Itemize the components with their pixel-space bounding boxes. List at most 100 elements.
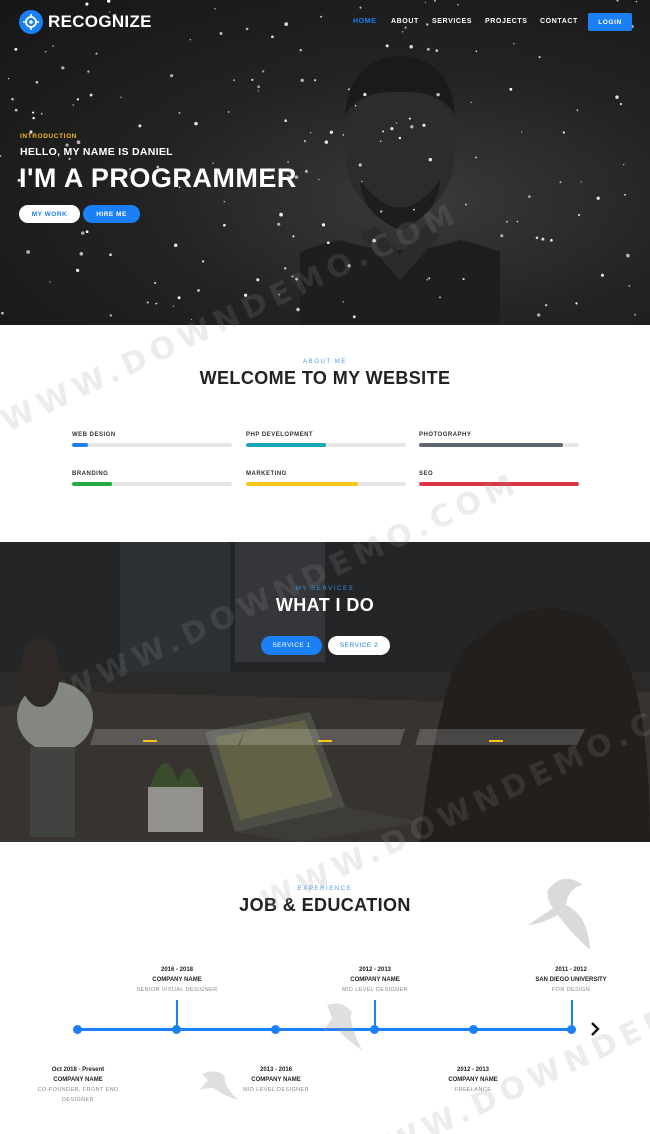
entry-role: SENIOR VISUAL DESIGNER [136, 987, 218, 993]
star [257, 85, 261, 89]
star [303, 140, 307, 143]
intro-label: INTRODUCTION [20, 133, 78, 140]
timeline-dot[interactable] [370, 1025, 379, 1034]
timeline-entry: 2011 - 2012 SAN DIEGO UNIVERSITY FOR DES… [516, 965, 626, 995]
entry-date: 2011 - 2012 [555, 967, 587, 973]
star [300, 78, 304, 83]
entry-company: COMPANY NAME [53, 1077, 103, 1083]
timeline-dot[interactable] [172, 1025, 181, 1034]
star [284, 267, 287, 270]
star [559, 181, 562, 184]
entry-date: 2016 - 2018 [160, 967, 194, 973]
star [352, 315, 356, 319]
star [178, 111, 181, 114]
star [596, 196, 600, 200]
star [80, 231, 85, 235]
star [194, 121, 198, 126]
timeline-dot[interactable] [469, 1025, 478, 1034]
nav-contact-link[interactable]: CONTACT [540, 18, 578, 25]
star [436, 93, 440, 97]
skill-label: PHP DEVELOPMENT [246, 432, 314, 438]
hero-greeting: HELLO, MY NAME IS DANIEL [20, 146, 173, 158]
login-button[interactable]: LOGIN [588, 13, 632, 31]
star [562, 131, 565, 134]
service-2-tab[interactable]: SERVICE 2 [328, 636, 390, 655]
star [342, 134, 345, 136]
star [49, 281, 51, 283]
star [109, 314, 112, 317]
star [379, 140, 382, 142]
services-title: WHAT I DO [275, 595, 375, 615]
star [87, 70, 90, 73]
entry-date: Oct 2018 - Present [51, 1067, 105, 1073]
star [95, 52, 98, 55]
star [318, 178, 320, 181]
star [528, 195, 531, 198]
crosshair-logo-icon [19, 10, 43, 34]
star [358, 163, 362, 167]
skill-label: WEB DESIGN [72, 432, 116, 438]
star [623, 163, 625, 166]
nav-about-link[interactable]: ABOUT [391, 18, 419, 25]
timeline-stem [176, 1000, 178, 1028]
crane-watermark-icon [322, 1003, 362, 1050]
star [310, 132, 312, 134]
entry-company: COMPANY NAME [152, 977, 202, 983]
star [173, 243, 178, 248]
star [624, 193, 627, 196]
star [256, 278, 260, 282]
star [85, 230, 89, 234]
star [120, 96, 122, 98]
entry-role: FOR DESIGN [551, 987, 591, 993]
logo[interactable]: RECOGNIZE [19, 10, 152, 34]
entry-date: 2012 - 2013 [358, 967, 392, 973]
navbar: RECOGNIZE HOME ABOUT SERVICES PROJECTS C… [0, 0, 650, 44]
star [600, 273, 605, 277]
star [223, 223, 226, 227]
crane-watermark-icon [200, 1071, 238, 1100]
nav-services-link[interactable]: SERVICES [432, 18, 472, 25]
star [409, 45, 413, 49]
star [615, 95, 619, 99]
star [223, 200, 226, 203]
star [577, 213, 581, 217]
timeline-dot[interactable] [567, 1025, 576, 1034]
skill-bar-fill [72, 443, 88, 447]
star [509, 87, 513, 91]
my-work-button[interactable]: MY WORK [19, 205, 80, 223]
star [72, 104, 74, 106]
star [506, 220, 508, 223]
skill-php-development: PHP DEVELOPMENT [246, 432, 406, 447]
star [379, 210, 383, 213]
skill-marketing: MARKETING [246, 471, 406, 486]
star [342, 301, 345, 303]
star [428, 157, 433, 162]
star [626, 253, 630, 258]
star [172, 305, 175, 307]
star [0, 154, 2, 158]
star [201, 260, 205, 263]
star [79, 252, 84, 256]
skill-bar-fill [246, 482, 358, 486]
timeline-dot[interactable] [73, 1025, 82, 1034]
about-section: ABOUT ME WELCOME TO MY WEBSITE WEB DESIG… [0, 325, 650, 542]
star [75, 268, 80, 273]
star [76, 98, 80, 101]
star [541, 237, 545, 241]
entry-role: MID LEVEL DESIGNER [342, 987, 408, 993]
timeline-dot[interactable] [271, 1025, 280, 1034]
nav-home-link[interactable]: HOME [353, 18, 376, 25]
hire-me-button[interactable]: HIRE ME [83, 205, 140, 223]
star [262, 70, 265, 73]
star [347, 88, 350, 91]
skill-bar [246, 443, 406, 447]
star [277, 222, 281, 226]
star [68, 157, 71, 161]
nav-projects-link[interactable]: PROJECTS [485, 18, 528, 25]
star [575, 302, 578, 305]
skill-label: MARKETING [246, 471, 287, 477]
service-1-tab[interactable]: SERVICE 1 [261, 636, 322, 655]
star [439, 296, 441, 299]
star [435, 49, 439, 52]
skill-bar-fill [246, 443, 326, 447]
